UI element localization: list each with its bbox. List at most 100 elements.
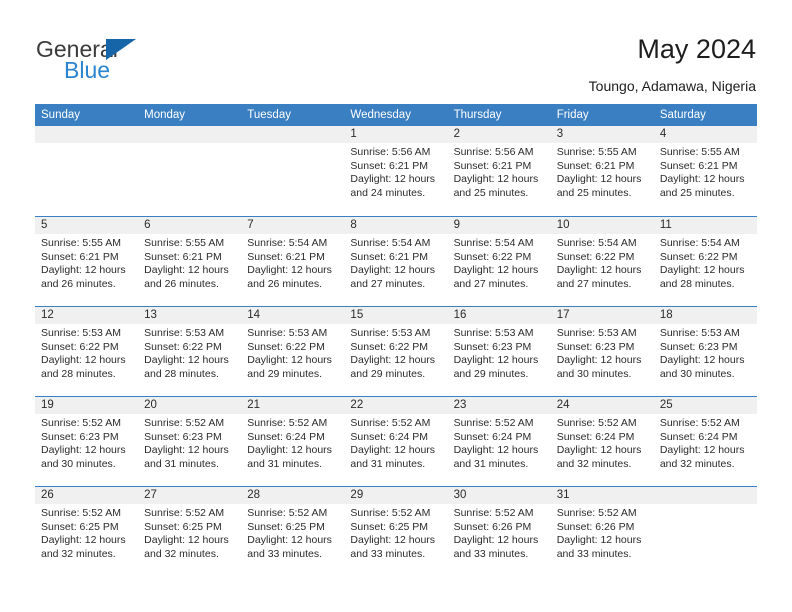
day-number: 31	[550, 487, 654, 504]
calendar-day-cell[interactable]: 30 Sunrise: 5:52 AM Sunset: 6:26 PM Dayligh…	[447, 487, 551, 577]
day-number: 18	[653, 307, 757, 324]
sunrise-text: Sunrise: 5:52 AM	[350, 507, 431, 519]
day-details: Sunrise: 5:53 AM Sunset: 6:22 PM Daylight:…	[138, 324, 241, 381]
calendar-week-row: 19 Sunrise: 5:52 AM Sunset: 6:23 PM Dayligh…	[35, 396, 757, 486]
sunrise-text: Sunrise: 5:52 AM	[350, 417, 431, 429]
sunset-text: Sunset: 6:25 PM	[144, 520, 222, 533]
sunset-text: Sunset: 6:21 PM	[659, 159, 738, 172]
daylight-text: Daylight: 12 hours and 25 minutes.	[659, 173, 745, 199]
day-number: 2	[447, 126, 551, 143]
day-details: Sunrise: 5:53 AM Sunset: 6:23 PM Daylight:…	[448, 324, 551, 381]
daylight-text: Daylight: 12 hours and 33 minutes.	[247, 534, 332, 560]
daylight-text: Daylight: 12 hours and 32 minutes.	[144, 534, 229, 560]
day-details: Sunrise: 5:54 AM Sunset: 6:22 PM Daylight:…	[448, 234, 551, 291]
calendar-day-cell[interactable]: 29 Sunrise: 5:52 AM Sunset: 6:25 PM Dayligh…	[344, 487, 448, 577]
calendar-day-cell[interactable]: 10 Sunrise: 5:54 AM Sunset: 6:22 PM Dayligh…	[550, 217, 654, 307]
day-details: Sunrise: 5:52 AM Sunset: 6:25 PM Daylight:…	[35, 504, 138, 561]
day-number: 26	[35, 487, 139, 504]
calendar-day-cell[interactable]: 11 Sunrise: 5:54 AM Sunset: 6:22 PM Dayligh…	[653, 217, 757, 307]
sunset-text: Sunset: 6:23 PM	[453, 340, 532, 353]
weekday-sunday: Sunday	[41, 109, 81, 121]
calendar-day-cell[interactable]: 27 Sunrise: 5:52 AM Sunset: 6:25 PM Dayligh…	[138, 487, 242, 577]
calendar-day-cell[interactable]: 20 Sunrise: 5:52 AM Sunset: 6:23 PM Dayligh…	[138, 397, 242, 487]
calendar-day-cell[interactable]: 26 Sunrise: 5:52 AM Sunset: 6:25 PM Dayligh…	[35, 487, 139, 577]
calendar-day-cell[interactable]: 9 Sunrise: 5:54 AM Sunset: 6:22 PM Daylight…	[447, 217, 551, 307]
calendar-day-cell[interactable]: 22 Sunrise: 5:52 AM Sunset: 6:24 PM Dayligh…	[344, 397, 448, 487]
calendar-day-cell[interactable]: 15 Sunrise: 5:53 AM Sunset: 6:22 PM Dayligh…	[344, 307, 448, 397]
daylight-text: Daylight: 12 hours and 25 minutes.	[453, 173, 539, 199]
sunset-text: Sunset: 6:24 PM	[556, 430, 635, 443]
calendar-day-cell[interactable]: 19 Sunrise: 5:52 AM Sunset: 6:23 PM Dayligh…	[35, 397, 139, 487]
day-details: Sunrise: 5:52 AM Sunset: 6:24 PM Daylight:…	[551, 414, 654, 471]
location-subtitle: Toungo, Adamawa, Nigeria	[588, 78, 756, 94]
sunrise-text: Sunrise: 5:55 AM	[556, 146, 637, 158]
day-details: Sunrise: 5:53 AM Sunset: 6:22 PM Daylight:…	[344, 324, 447, 381]
logo[interactable]: General Blue	[36, 36, 216, 84]
daylight-text: Daylight: 12 hours and 28 minutes.	[41, 354, 126, 380]
calendar-day-cell[interactable]: 24 Sunrise: 5:52 AM Sunset: 6:24 PM Dayligh…	[550, 397, 654, 487]
calendar-day-cell[interactable]: 18 Sunrise: 5:53 AM Sunset: 6:23 PM Dayligh…	[653, 307, 757, 397]
daylight-text: Daylight: 12 hours and 33 minutes.	[556, 534, 642, 560]
day-number: 19	[35, 397, 139, 414]
calendar-day-cell[interactable]: 21 Sunrise: 5:52 AM Sunset: 6:24 PM Dayligh…	[241, 397, 345, 487]
calendar-day-cell[interactable]: 7 Sunrise: 5:54 AM Sunset: 6:21 PM Daylight…	[241, 217, 345, 307]
weekday-monday: Monday	[144, 109, 186, 121]
calendar-day-cell[interactable]: 28 Sunrise: 5:52 AM Sunset: 6:25 PM Dayligh…	[241, 487, 345, 577]
day-number: 12	[35, 307, 139, 324]
day-number: 20	[138, 397, 242, 414]
calendar-day-cell[interactable]: 6 Sunrise: 5:55 AM Sunset: 6:21 PM Daylight…	[138, 217, 242, 307]
daylight-text: Daylight: 12 hours and 32 minutes.	[556, 444, 642, 470]
daylight-text: Daylight: 12 hours and 32 minutes.	[659, 444, 745, 470]
calendar-day-cell[interactable]: 1 Sunrise: 5:56 AM Sunset: 6:21 PM Daylight…	[344, 126, 448, 216]
day-details: Sunrise: 5:52 AM Sunset: 6:24 PM Daylight:…	[448, 414, 551, 471]
daylight-text: Daylight: 12 hours and 26 minutes.	[41, 264, 126, 290]
daylight-text: Daylight: 12 hours and 26 minutes.	[144, 264, 229, 290]
calendar-day-cell[interactable]: 8 Sunrise: 5:54 AM Sunset: 6:21 PM Daylight…	[344, 217, 448, 307]
daylight-text: Daylight: 12 hours and 33 minutes.	[453, 534, 539, 560]
daylight-text: Daylight: 12 hours and 31 minutes.	[350, 444, 436, 470]
day-number: 1	[344, 126, 448, 143]
sunset-text: Sunset: 6:23 PM	[556, 340, 635, 353]
day-number: 17	[550, 307, 654, 324]
day-number	[138, 126, 242, 143]
day-number: 27	[138, 487, 242, 504]
calendar-day-cell[interactable]: 5 Sunrise: 5:55 AM Sunset: 6:21 PM Daylight…	[35, 217, 139, 307]
calendar-day-cell[interactable]: 23 Sunrise: 5:52 AM Sunset: 6:24 PM Dayligh…	[447, 397, 551, 487]
calendar-day-cell[interactable]: 25 Sunrise: 5:52 AM Sunset: 6:24 PM Dayligh…	[653, 397, 757, 487]
daylight-text: Daylight: 12 hours and 30 minutes.	[556, 354, 642, 380]
calendar-day-cell[interactable]: 17 Sunrise: 5:53 AM Sunset: 6:23 PM Dayligh…	[550, 307, 654, 397]
weekday-friday: Friday	[556, 109, 589, 121]
sunset-text: Sunset: 6:22 PM	[453, 250, 532, 263]
calendar-day-cell[interactable]: 4 Sunrise: 5:55 AM Sunset: 6:21 PM Daylight…	[653, 126, 757, 216]
daylight-text: Daylight: 12 hours and 30 minutes.	[41, 444, 126, 470]
calendar-day-cell[interactable]: 14 Sunrise: 5:53 AM Sunset: 6:22 PM Dayligh…	[241, 307, 345, 397]
sunset-text: Sunset: 6:25 PM	[350, 520, 429, 533]
day-number: 5	[35, 217, 139, 234]
sunset-text: Sunset: 6:24 PM	[247, 430, 325, 443]
weekday-tuesday: Tuesday	[247, 109, 291, 121]
calendar-day-cell[interactable]: 3 Sunrise: 5:55 AM Sunset: 6:21 PM Daylight…	[550, 126, 654, 216]
day-number: 6	[138, 217, 242, 234]
sunset-text: Sunset: 6:22 PM	[144, 340, 222, 353]
logo-triangle-icon	[106, 39, 136, 60]
daylight-text: Daylight: 12 hours and 28 minutes.	[144, 354, 229, 380]
calendar-day-cell[interactable]: 31 Sunrise: 5:52 AM Sunset: 6:26 PM Dayligh…	[550, 487, 654, 577]
day-details: Sunrise: 5:52 AM Sunset: 6:26 PM Daylight:…	[448, 504, 551, 561]
sunrise-text: Sunrise: 5:52 AM	[144, 417, 225, 429]
calendar-week-row: 26 Sunrise: 5:52 AM Sunset: 6:25 PM Dayligh…	[35, 486, 757, 576]
sunrise-text: Sunrise: 5:54 AM	[453, 237, 534, 249]
calendar-day-cell[interactable]: 2 Sunrise: 5:56 AM Sunset: 6:21 PM Daylight…	[447, 126, 551, 216]
calendar-day-cell[interactable]: 16 Sunrise: 5:53 AM Sunset: 6:23 PM Dayligh…	[447, 307, 551, 397]
day-details: Sunrise: 5:56 AM Sunset: 6:21 PM Daylight:…	[344, 143, 447, 200]
sunset-text: Sunset: 6:26 PM	[453, 520, 532, 533]
calendar-day-cell[interactable]: 12 Sunrise: 5:53 AM Sunset: 6:22 PM Dayligh…	[35, 307, 139, 397]
calendar-day-cell[interactable]: 13 Sunrise: 5:53 AM Sunset: 6:22 PM Dayligh…	[138, 307, 242, 397]
day-details: Sunrise: 5:55 AM Sunset: 6:21 PM Daylight:…	[35, 234, 138, 291]
day-details: Sunrise: 5:52 AM Sunset: 6:26 PM Daylight:…	[551, 504, 654, 561]
day-number: 23	[447, 397, 551, 414]
sunset-text: Sunset: 6:21 PM	[350, 159, 429, 172]
daylight-text: Daylight: 12 hours and 31 minutes.	[247, 444, 332, 470]
day-number: 16	[447, 307, 551, 324]
sunset-text: Sunset: 6:22 PM	[556, 250, 635, 263]
sunset-text: Sunset: 6:21 PM	[41, 250, 119, 263]
